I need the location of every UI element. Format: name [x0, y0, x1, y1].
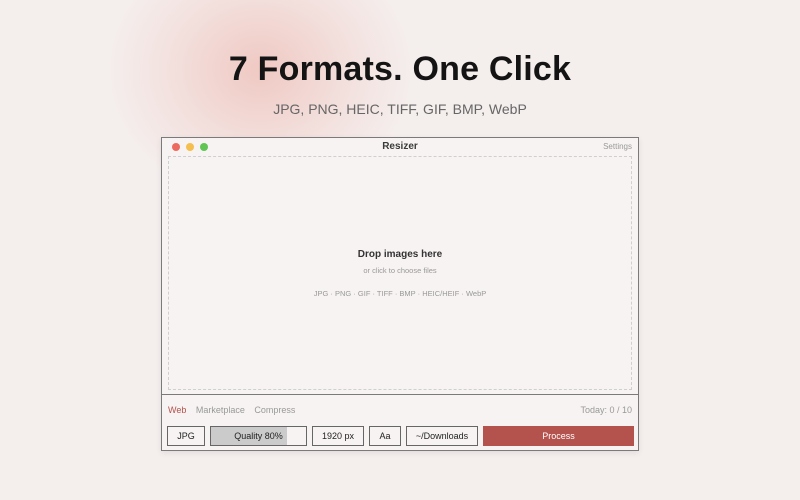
controls-bar: JPG Quality 80% 1920 px Aa ~/Downloads P… — [167, 426, 634, 446]
app-window: Resizer Settings Drop images here or cli… — [161, 137, 639, 451]
process-button[interactable]: Process — [483, 426, 634, 446]
format-select[interactable]: JPG — [167, 426, 205, 446]
settings-button[interactable]: Settings — [603, 142, 632, 151]
tab-web[interactable]: Web — [168, 405, 186, 415]
preset-tabs: Web Marketplace Compress — [168, 405, 302, 415]
tab-compress[interactable]: Compress — [254, 405, 295, 415]
drop-zone[interactable]: Drop images here or click to choose file… — [168, 156, 632, 390]
tab-marketplace[interactable]: Marketplace — [196, 405, 245, 415]
supported-formats: JPG · PNG · GIF · TIFF · BMP · HEIC/HEIF… — [313, 289, 487, 298]
quality-label: Quality 80% — [234, 431, 283, 441]
hero-headline: 7 Formats. One Click — [228, 50, 572, 88]
daily-usage-counter: Today: 0 / 10 — [580, 405, 632, 415]
size-input[interactable]: 1920 px — [312, 426, 364, 446]
title-bar: Resizer Settings — [162, 138, 638, 156]
hero-subline: JPG, PNG, HEIC, TIFF, GIF, BMP, WebP — [273, 101, 527, 117]
quality-slider[interactable]: Quality 80% — [210, 426, 307, 446]
font-button[interactable]: Aa — [369, 426, 401, 446]
destination-folder-button[interactable]: ~/Downloads — [406, 426, 478, 446]
divider — [162, 394, 638, 395]
window-title: Resizer — [382, 141, 418, 152]
drop-zone-title: Drop images here — [357, 249, 443, 260]
drop-zone-subtitle: or click to choose files — [363, 266, 437, 275]
